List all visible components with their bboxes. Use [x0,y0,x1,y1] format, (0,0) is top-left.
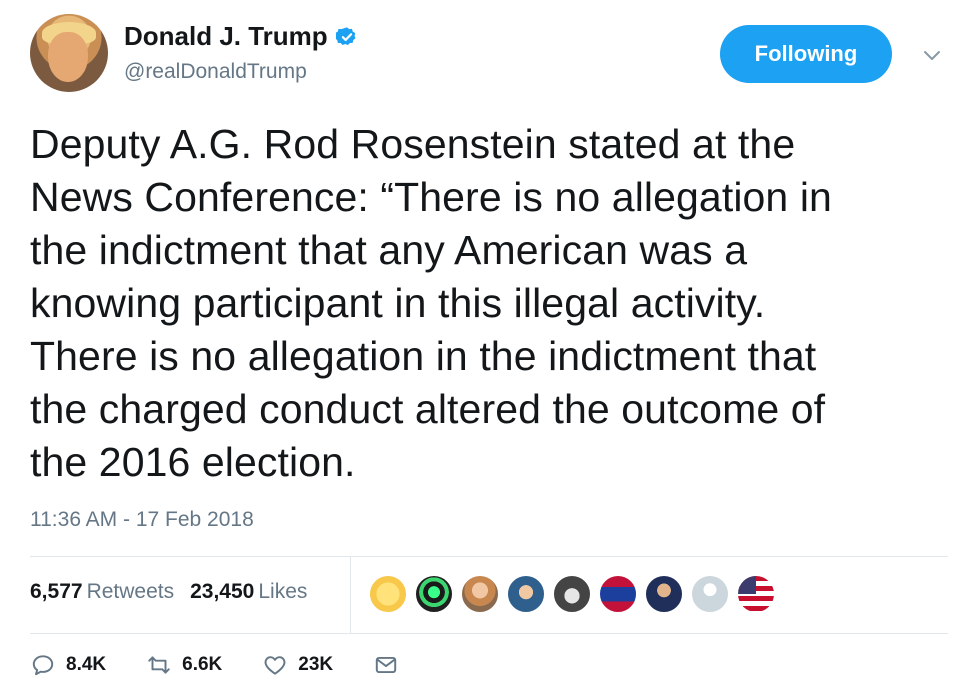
likes-count: 23,450 [190,580,255,603]
like-count: 23K [298,654,334,675]
tweet-text: Deputy A.G. Rod Rosenstein stated at the… [30,118,950,489]
liker-avatar[interactable] [690,574,730,614]
author-avatar[interactable] [30,14,108,92]
liker-avatar[interactable] [368,574,408,614]
author-name[interactable]: Donald J. Trump [124,21,328,52]
liker-avatar[interactable] [506,574,546,614]
retweets-stat[interactable]: 6,577 Retweets [30,580,174,604]
liker-avatar[interactable] [598,574,638,614]
liker-avatar[interactable] [552,574,592,614]
reply-action[interactable]: 8.4K [30,652,106,678]
tweet-stats: 6,577 Retweets 23,450 Likes [30,580,307,604]
tweet-line: There is no allegation in the indictment… [30,333,817,379]
tweet-line: the indictment that any American was a [30,227,748,273]
verified-badge-icon [335,26,356,45]
author-handle[interactable]: @realDonaldTrump [124,60,307,84]
like-action[interactable]: 23K [262,652,333,678]
likes-stat[interactable]: 23,450 Likes [190,580,307,604]
retweet-count: 6.6K [182,654,223,675]
likers-avatars [368,574,776,614]
tweet-actions: 8.4K 6.6K 23K [30,652,439,678]
direct-message-action[interactable] [373,652,399,678]
tweet-timestamp[interactable]: 11:36 AM - 17 Feb 2018 [30,508,254,532]
tweet-line: knowing participant in this illegal acti… [30,280,766,326]
retweet-action[interactable]: 6.6K [146,652,222,678]
likes-label: Likes [258,580,308,603]
retweets-count: 6,577 [30,580,83,603]
author-name-row: Donald J. Trump [124,21,358,52]
liker-avatar[interactable] [414,574,454,614]
liker-avatar[interactable] [644,574,684,614]
tweet-line: the 2016 election. [30,439,356,485]
divider [30,633,948,634]
reply-count: 8.4K [66,654,107,675]
tweet-line: Deputy A.G. Rod Rosenstein stated at the [30,121,796,167]
divider [30,556,948,557]
chevron-down-icon[interactable] [920,43,944,67]
stats-separator [350,557,351,633]
tweet-line: the charged conduct altered the outcome … [30,386,826,432]
like-icon [264,656,286,675]
retweets-label: Retweets [86,580,175,603]
liker-avatar[interactable] [736,574,776,614]
liker-avatar[interactable] [460,574,500,614]
avatar-face [48,32,88,82]
direct-message-icon [375,656,397,674]
flag-canton [738,576,756,594]
following-button[interactable]: Following [720,25,892,83]
tweet-line: News Conference: “There is no allegation… [30,174,832,220]
reply-icon [32,655,54,676]
retweet-icon [148,656,170,674]
